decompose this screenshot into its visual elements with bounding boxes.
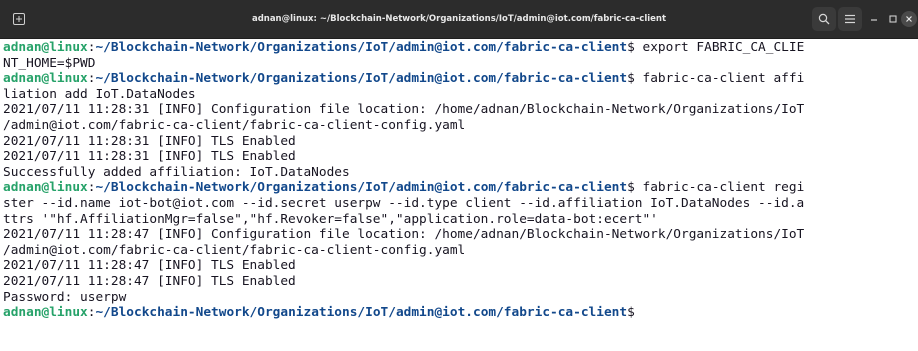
- output-line: /admin@iot.com/fabric-ca-client/fabric-c…: [3, 118, 918, 134]
- prompt-user: adnan@linux: [3, 180, 88, 196]
- prompt-path: ~/Blockchain-Network/Organizations/IoT/a…: [95, 71, 628, 87]
- prompt-path: ~/Blockchain-Network/Organizations/IoT/a…: [95, 40, 628, 55]
- output-text: liation add IoT.DataNodes: [3, 86, 196, 102]
- output-text: 2021/07/11 11:28:31 [INFO] TLS Enabled: [3, 149, 296, 165]
- terminal-output[interactable]: adnan@linux:~/Blockchain-Network/Organiz…: [3, 40, 918, 351]
- output-line: 2021/07/11 11:28:47 [INFO] TLS Enabled: [3, 258, 918, 274]
- output-text: ster --id.name iot-bot@iot.com --id.secr…: [3, 195, 805, 211]
- output-text: Successfully added affiliation: IoT.Data…: [3, 164, 350, 180]
- title-bar[interactable]: adnan@linux: ~/Blockchain-Network/Organi…: [0, 0, 918, 39]
- menu-button[interactable]: [838, 7, 862, 31]
- command-text: $ fabric-ca-client affi: [627, 71, 805, 87]
- output-line: Successfully added affiliation: IoT.Data…: [3, 165, 918, 181]
- output-line: Password: userpw: [3, 290, 918, 306]
- new-tab-icon: [13, 13, 25, 25]
- prompt-user: adnan@linux: [3, 40, 88, 55]
- prompt-line: adnan@linux:~/Blockchain-Network/Organiz…: [3, 40, 918, 56]
- close-icon: [906, 16, 912, 22]
- output-line: 2021/07/11 11:28:47 [INFO] Configuration…: [3, 227, 918, 243]
- output-line: 2021/07/11 11:28:31 [INFO] TLS Enabled: [3, 149, 918, 165]
- output-text: 2021/07/11 11:28:31 [INFO] Configuration…: [3, 102, 805, 118]
- minimize-icon: [871, 19, 877, 21]
- output-text: 2021/07/11 11:28:47 [INFO] TLS Enabled: [3, 258, 296, 274]
- prompt-user: adnan@linux: [3, 71, 88, 87]
- hamburger-menu-icon: [845, 14, 855, 24]
- output-text: /admin@iot.com/fabric-ca-client/fabric-c…: [3, 117, 466, 133]
- search-icon: [818, 13, 830, 25]
- prompt-line: adnan@linux:~/Blockchain-Network/Organiz…: [3, 180, 918, 196]
- output-line: 2021/07/11 11:28:31 [INFO] Configuration…: [3, 102, 918, 118]
- output-text: 2021/07/11 11:28:47 [INFO] TLS Enabled: [3, 273, 296, 289]
- output-text: NT_HOME=$PWD: [3, 55, 96, 71]
- output-line: ster --id.name iot-bot@iot.com --id.secr…: [3, 196, 918, 212]
- output-line: 2021/07/11 11:28:47 [INFO] TLS Enabled: [3, 274, 918, 290]
- output-line: 2021/07/11 11:28:31 [INFO] TLS Enabled: [3, 134, 918, 150]
- output-text: Password: userpw: [3, 289, 127, 305]
- output-line: ttrs '"hf.AffiliationMgr=false","hf.Revo…: [3, 212, 918, 228]
- output-text: 2021/07/11 11:28:47 [INFO] Configuration…: [3, 227, 805, 243]
- prompt-line: adnan@linux:~/Blockchain-Network/Organiz…: [3, 71, 918, 87]
- search-button[interactable]: [812, 7, 836, 31]
- new-tab-button[interactable]: [5, 5, 33, 33]
- output-text: ttrs '"hf.AffiliationMgr=false","hf.Revo…: [3, 211, 658, 227]
- command-text: $ fabric-ca-client regi: [627, 180, 805, 196]
- command-text: $: [627, 305, 635, 321]
- output-text: 2021/07/11 11:28:31 [INFO] TLS Enabled: [3, 133, 296, 149]
- prompt-path: ~/Blockchain-Network/Organizations/IoT/a…: [95, 305, 628, 321]
- prompt-path: ~/Blockchain-Network/Organizations/IoT/a…: [95, 180, 628, 196]
- window-title: adnan@linux: ~/Blockchain-Network/Organi…: [251, 14, 667, 24]
- output-line: /admin@iot.com/fabric-ca-client/fabric-c…: [3, 243, 918, 259]
- terminal-window: adnan@linux: ~/Blockchain-Network/Organi…: [0, 0, 918, 351]
- output-text: /admin@iot.com/fabric-ca-client/fabric-c…: [3, 242, 466, 258]
- output-line: liation add IoT.DataNodes: [3, 87, 918, 103]
- prompt-user: adnan@linux: [3, 305, 88, 321]
- prompt-line: adnan@linux:~/Blockchain-Network/Organiz…: [3, 305, 918, 321]
- close-button[interactable]: [900, 7, 918, 31]
- maximize-icon: [889, 15, 897, 23]
- output-line: NT_HOME=$PWD: [3, 56, 918, 72]
- command-text: $ export FABRIC_CA_CLIE: [627, 40, 805, 55]
